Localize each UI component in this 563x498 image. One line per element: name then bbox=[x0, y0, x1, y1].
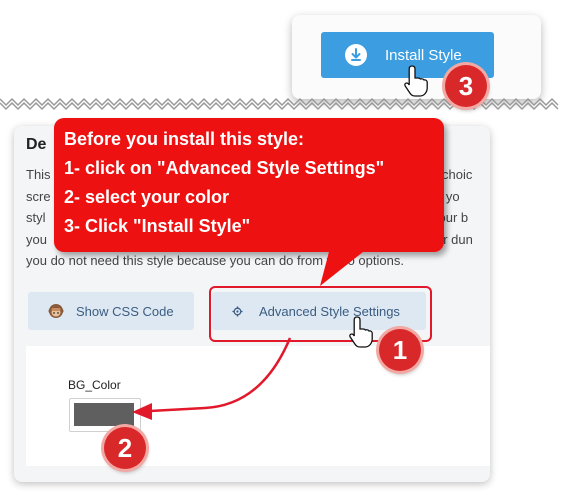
description-line: you do not need this style because you c… bbox=[26, 253, 404, 268]
bg-color-swatch bbox=[74, 403, 134, 426]
download-icon bbox=[345, 44, 367, 66]
step-badge-3: 3 bbox=[445, 65, 487, 107]
install-style-label: Install Style bbox=[385, 46, 462, 64]
callout-line: 2- select your color bbox=[64, 187, 230, 207]
show-css-code-label: Show CSS Code bbox=[76, 303, 174, 319]
callout-line: 3- Click "Install Style" bbox=[64, 216, 251, 236]
instruction-callout: Before you install this style: 1- click … bbox=[54, 118, 444, 252]
callout-line: 1- click on "Advanced Style Settings" bbox=[64, 158, 385, 178]
monkey-icon bbox=[48, 304, 64, 318]
step-badge-1: 1 bbox=[379, 329, 421, 371]
bg-color-label: BG_Color bbox=[68, 378, 121, 392]
advanced-settings-panel: BG_Color bbox=[26, 346, 490, 466]
description-fragment: choic bbox=[442, 167, 473, 182]
description-right-fragments: choic le if yo your b ur dun bbox=[422, 164, 473, 250]
step-badge-2: 2 bbox=[104, 427, 146, 469]
install-card: Install Style bbox=[292, 15, 541, 99]
show-css-code-button[interactable]: Show CSS Code bbox=[28, 292, 194, 330]
callout-text: Before you install this style: 1- click … bbox=[64, 125, 384, 241]
callout-line: Before you install this style: bbox=[64, 129, 305, 149]
card-title: De bbox=[26, 136, 47, 153]
